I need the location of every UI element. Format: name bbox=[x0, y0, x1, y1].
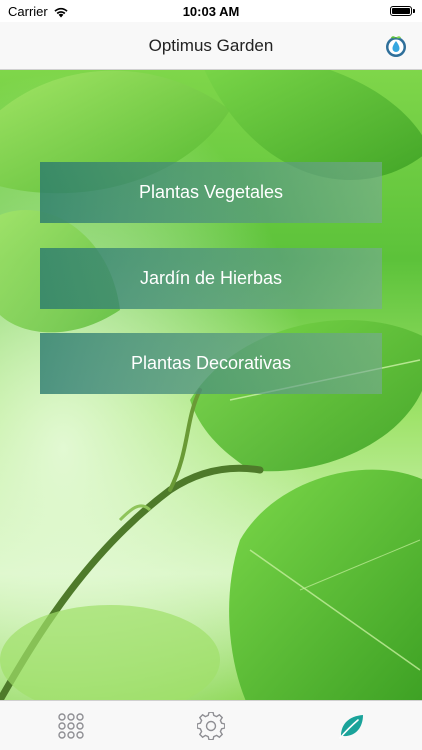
water-drop-leaf-logo-icon[interactable] bbox=[384, 34, 408, 58]
grid-dots-icon[interactable] bbox=[57, 712, 85, 740]
navigation-bar: Optimus Garden bbox=[0, 22, 422, 70]
leaf-icon[interactable] bbox=[337, 712, 365, 740]
menu-button-label: Plantas Vegetales bbox=[138, 182, 284, 202]
menu-button-jardin-de-hierbas[interactable]: Jardín de Hierbas bbox=[40, 248, 382, 309]
page-title: Optimus Garden bbox=[148, 36, 274, 55]
menu-button-plantas-decorativas[interactable]: Plantas Decorativas bbox=[40, 333, 382, 394]
status-bar: Carrier 10:03 AM bbox=[0, 0, 422, 22]
menu-button-plantas-vegetales[interactable]: Plantas Vegetales bbox=[40, 162, 382, 223]
menu-button-label: Plantas Decorativas bbox=[130, 353, 292, 373]
tab-bar bbox=[0, 700, 422, 750]
battery-icon bbox=[390, 6, 415, 16]
gear-icon[interactable] bbox=[197, 712, 225, 740]
menu-button-label: Jardín de Hierbas bbox=[139, 268, 283, 288]
status-time: 10:03 AM bbox=[182, 4, 240, 19]
main-content: Plantas Vegetales Jardín de Hierbas Plan… bbox=[0, 70, 422, 700]
